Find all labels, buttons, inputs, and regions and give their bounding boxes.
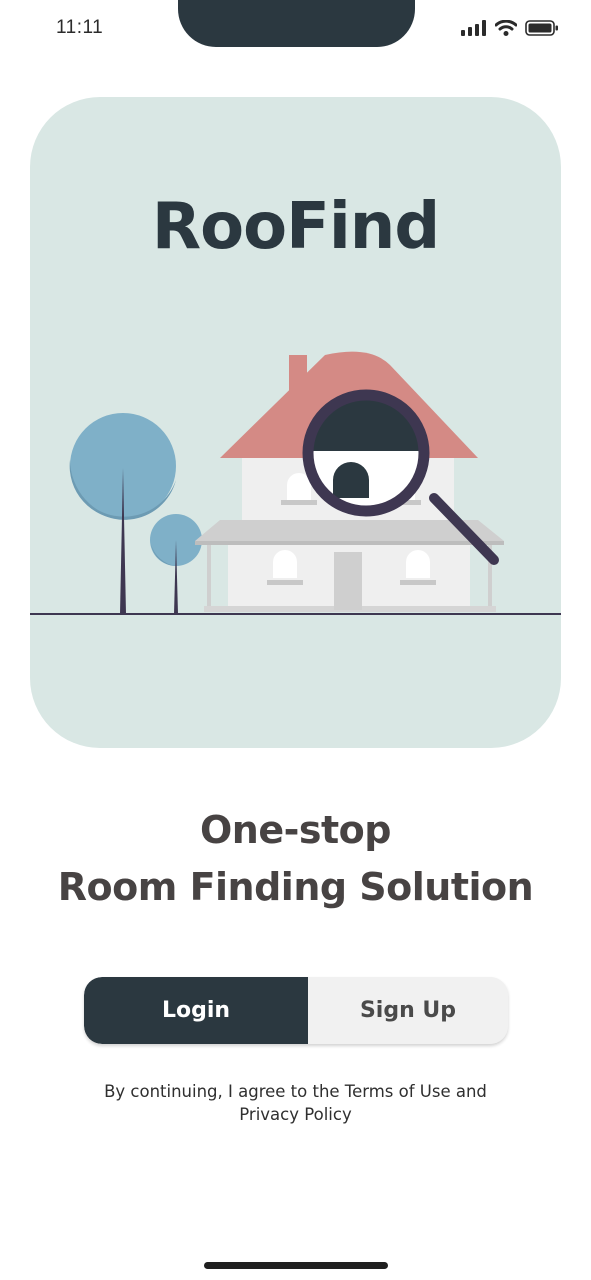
auth-segmented-control: Login Sign Up: [84, 977, 508, 1044]
legal-notice: By continuing, I agree to the Terms of U…: [0, 1080, 591, 1126]
login-button[interactable]: Login: [84, 977, 308, 1044]
battery-icon: [525, 20, 559, 40]
status-time: 11:11: [56, 17, 104, 38]
device-notch: [178, 0, 415, 47]
tagline: One-stop Room Finding Solution: [0, 802, 591, 916]
cellular-signal-icon: [461, 20, 487, 40]
home-indicator[interactable]: [204, 1262, 388, 1269]
tagline-line-2: Room Finding Solution: [57, 865, 534, 909]
large-tree-icon: [69, 413, 176, 614]
legal-line-2[interactable]: Privacy Policy: [0, 1103, 591, 1126]
app-title: RooFind: [151, 190, 440, 264]
signup-button[interactable]: Sign Up: [308, 977, 508, 1044]
house-search-illustration: [30, 330, 561, 634]
wifi-icon: [494, 19, 518, 40]
status-icons: [461, 19, 559, 40]
status-bar: 11:11: [0, 0, 591, 60]
small-tree-icon: [150, 514, 202, 614]
tagline-line-1: One-stop: [200, 808, 392, 852]
legal-line-1: By continuing, I agree to the Terms of U…: [104, 1082, 487, 1101]
